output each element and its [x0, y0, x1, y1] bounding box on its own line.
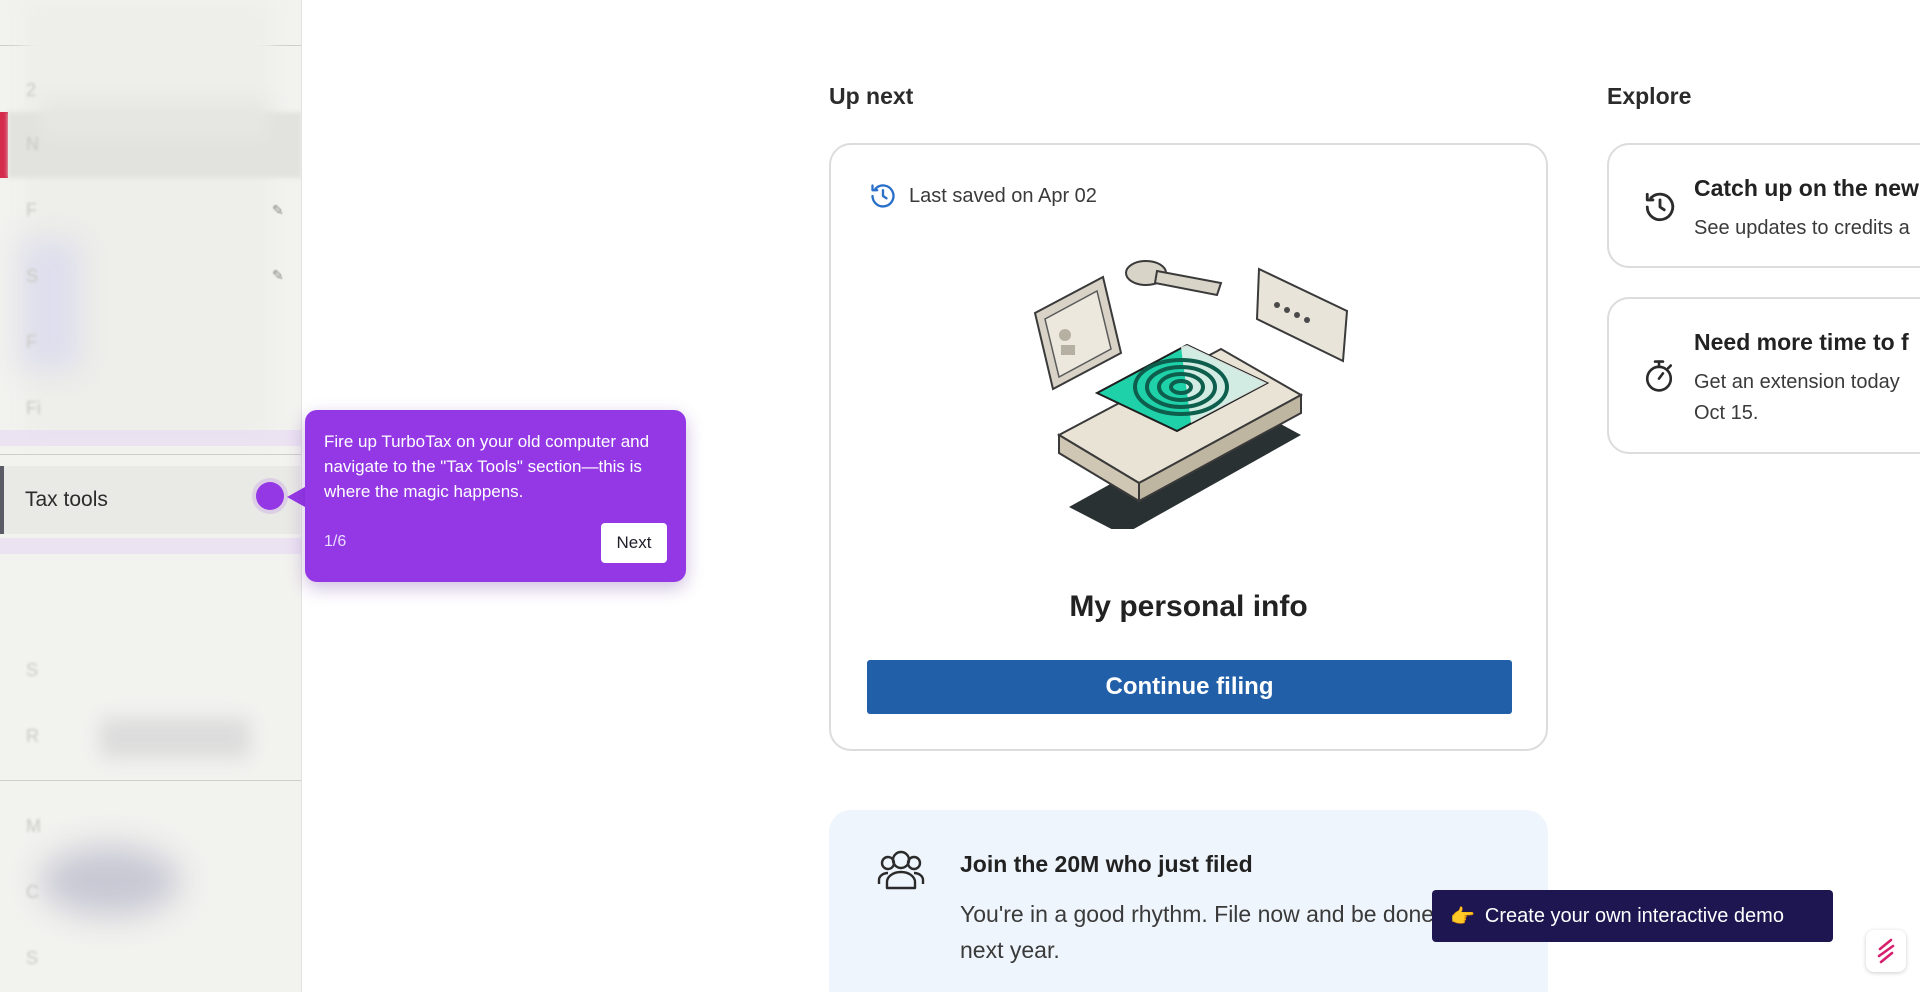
sidebar-obscured-letter: M [26, 816, 41, 836]
tour-step-counter: 1/6 [324, 533, 347, 550]
sidebar-blurred-item [40, 100, 270, 140]
sidebar-blurred-item [40, 846, 180, 916]
sidebar-obscured-letter: R [26, 726, 39, 746]
card-title: My personal info [1069, 590, 1308, 623]
sidebar-obscured-letter: C [26, 882, 39, 902]
explore-card-extension[interactable]: Need more time to f Get an extension tod… [1607, 297, 1920, 454]
tour-highlight-band [0, 538, 301, 554]
tour-highlight-band [0, 430, 301, 446]
explore-card-body: Oct 15. [1694, 402, 1759, 424]
tour-pointer-arrow [287, 487, 305, 507]
create-demo-button[interactable]: 👉 Create your own interactive demo [1432, 890, 1833, 942]
last-saved-text: Last saved on Apr 02 [909, 184, 1097, 207]
explore-card-news[interactable]: Catch up on the new See updates to credi… [1607, 143, 1920, 268]
pointing-hand-icon: 👉 [1450, 905, 1475, 928]
continue-filing-button[interactable]: Continue filing [867, 660, 1512, 714]
stopwatch-icon [1645, 360, 1673, 392]
tour-text: Fire up TurboTax on your old computer an… [324, 432, 650, 501]
sidebar-divider [0, 780, 301, 781]
sidebar-blurred-panel [22, 0, 272, 440]
last-saved-row: Last saved on Apr 02 [869, 182, 1097, 210]
up-next-heading: Up next [829, 83, 914, 109]
create-demo-label: Create your own interactive demo [1484, 904, 1784, 927]
tour-hotspot-dot[interactable] [256, 482, 284, 510]
history-icon [1645, 192, 1675, 222]
sidebar-obscured-letter: 2 [26, 80, 37, 100]
sidebar-divider [0, 454, 301, 455]
storylane-logo-icon[interactable] [1866, 930, 1906, 972]
fingerprint-phone-illustration [1033, 260, 1349, 529]
sidebar-item-label: Tax tools [25, 488, 108, 511]
sidebar-obscured-letter: N [26, 134, 39, 154]
explore-card-title: Need more time to f [1694, 329, 1909, 355]
sidebar-obscured-letter: S [26, 266, 39, 286]
tour-next-button[interactable]: Next [601, 523, 667, 563]
sidebar-obscured-letter: Fi [26, 398, 41, 418]
sidebar-item-tax-tools[interactable]: Tax tools [0, 466, 300, 534]
explore-card-title: Catch up on the new [1694, 175, 1919, 201]
sidebar-obscured-letter: F [26, 332, 37, 352]
sidebar-active-accent [0, 112, 8, 178]
sidebar-obscured-letter: F [26, 200, 37, 220]
history-icon [871, 184, 895, 208]
people-icon [877, 850, 925, 890]
explore-heading: Explore [1607, 83, 1692, 109]
explore-card-body: See updates to credits a [1694, 217, 1910, 239]
sidebar-blurred-item [100, 718, 250, 758]
edit-icon[interactable]: ✎ [272, 267, 284, 284]
explore-card-body: Get an extension today [1694, 371, 1900, 393]
sidebar-obscured-letter: S [26, 948, 39, 968]
sidebar-obscured-letter: S [26, 660, 39, 680]
join-title: Join the 20M who just filed [960, 851, 1253, 877]
tour-tooltip: Fire up TurboTax on your old computer an… [305, 410, 686, 582]
edit-icon[interactable]: ✎ [272, 202, 284, 219]
up-next-card: Last saved on Apr 02 My personal info Co… [829, 143, 1548, 751]
